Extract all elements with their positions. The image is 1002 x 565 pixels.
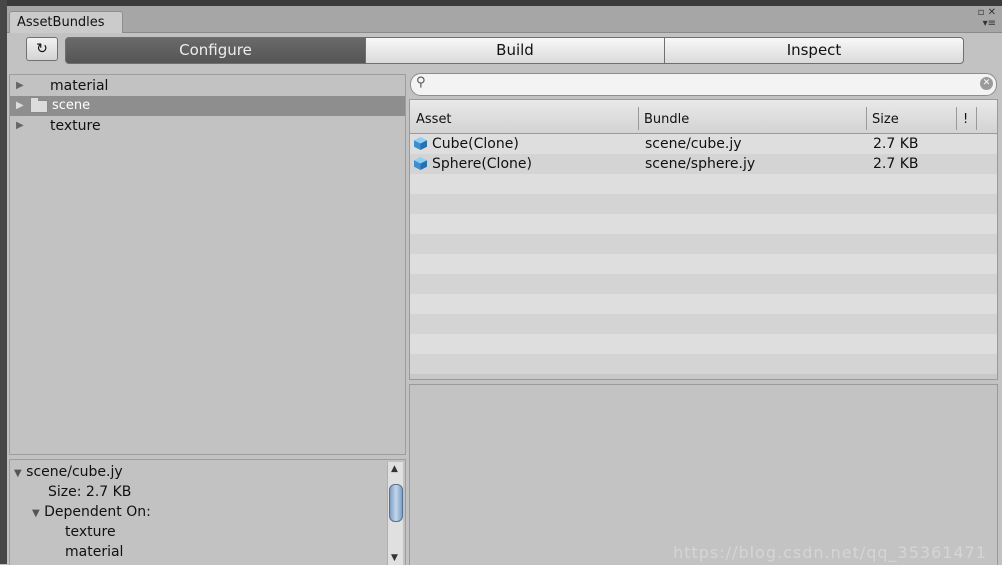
toolbar: ↻ Configure Build Inspect — [7, 33, 1002, 69]
empty-row — [410, 254, 997, 274]
details-size: Size: 2.7 KB — [48, 484, 132, 500]
empty-row — [410, 274, 997, 294]
tree-item-label: texture — [50, 118, 101, 134]
inspect-tab[interactable]: Inspect — [664, 37, 964, 64]
table-row[interactable]: Sphere(Clone) scene/sphere.jy 2.7 KB — [410, 154, 997, 174]
empty-row — [410, 294, 997, 314]
collapse-arrow-icon[interactable]: ▼ — [32, 508, 40, 519]
dependency-item: material — [65, 544, 124, 560]
tree-item-texture[interactable]: ▶ texture — [10, 116, 405, 136]
asset-table: Asset Bundle Size ! Cube(Clone) scene/cu… — [409, 99, 998, 380]
table-row[interactable]: Cube(Clone) scene/cube.jy 2.7 KB — [410, 134, 997, 154]
build-tab[interactable]: Build — [365, 37, 665, 64]
refresh-icon: ↻ — [36, 41, 48, 57]
refresh-button[interactable]: ↻ — [26, 37, 58, 61]
asset-size: 2.7 KB — [873, 136, 919, 152]
cube-asset-icon — [414, 137, 427, 150]
window-controls: ▫ ✕ ▾≡ — [978, 7, 996, 29]
folder-icon — [30, 97, 48, 113]
empty-row — [410, 174, 997, 194]
column-divider[interactable] — [976, 107, 977, 130]
asset-details-panel: https://blog.csdn.net/qq_35361471 — [409, 384, 998, 565]
expand-arrow-icon[interactable]: ▶ — [16, 116, 24, 136]
column-divider[interactable] — [866, 107, 867, 130]
details-scrollbar[interactable]: ▲ ▼ — [387, 462, 403, 565]
details-bundle-row[interactable]: ▼ scene/cube.jy — [14, 462, 123, 482]
column-divider[interactable] — [638, 107, 639, 130]
column-asset-header[interactable]: Asset — [416, 112, 452, 127]
maximize-icon[interactable]: ▫ — [978, 7, 985, 18]
asset-size: 2.7 KB — [873, 156, 919, 172]
expand-arrow-icon[interactable]: ▶ — [16, 76, 24, 96]
asset-bundle: scene/cube.jy — [645, 136, 742, 152]
column-divider[interactable] — [956, 107, 957, 130]
empty-row — [410, 354, 997, 374]
empty-row — [410, 234, 997, 254]
tree-item-label: scene — [52, 98, 91, 113]
asset-bundle: scene/sphere.jy — [645, 156, 756, 172]
asset-search: ⚲ ✕ — [410, 73, 997, 96]
scroll-down-icon[interactable]: ▼ — [391, 553, 398, 563]
bundle-details-panel: ▼ scene/cube.jy Size: 2.7 KB ▼ Dependent… — [9, 459, 406, 565]
window-tab-title: AssetBundles — [17, 15, 105, 30]
tree-item-scene[interactable]: ▶ scene — [10, 96, 405, 116]
search-icon: ⚲ — [416, 75, 426, 90]
close-icon[interactable]: ✕ — [988, 7, 996, 18]
empty-row — [410, 314, 997, 334]
tree-item-label: material — [50, 78, 109, 94]
expand-arrow-icon[interactable]: ▶ — [16, 96, 24, 116]
scroll-thumb[interactable] — [389, 484, 403, 522]
table-header: Asset Bundle Size ! — [410, 100, 997, 134]
configure-tab[interactable]: Configure — [65, 37, 366, 64]
collapse-arrow-icon[interactable]: ▼ — [14, 468, 22, 479]
left-border — [0, 0, 7, 564]
empty-row — [410, 194, 997, 214]
tab-bar: AssetBundles ▫ ✕ ▾≡ — [7, 6, 1002, 33]
empty-row — [410, 214, 997, 234]
column-bundle-header[interactable]: Bundle — [644, 112, 689, 127]
clear-search-icon[interactable]: ✕ — [980, 77, 993, 90]
details-dependent-row[interactable]: ▼ Dependent On: — [32, 502, 151, 522]
asset-name: Cube(Clone) — [432, 136, 519, 152]
column-size-header[interactable]: Size — [872, 112, 899, 127]
tree-item-material[interactable]: ▶ material — [10, 76, 405, 96]
menu-icon[interactable]: ▾≡ — [983, 18, 996, 29]
column-flag-header[interactable]: ! — [963, 112, 968, 127]
window-tab[interactable]: AssetBundles — [9, 11, 123, 33]
search-input[interactable] — [435, 76, 979, 94]
details-bundle-name: scene/cube.jy — [26, 464, 123, 480]
details-dependent-header: Dependent On: — [44, 504, 151, 520]
dependency-item: texture — [65, 524, 116, 540]
watermark-text: https://blog.csdn.net/qq_35361471 — [673, 543, 987, 562]
scroll-up-icon[interactable]: ▲ — [391, 464, 398, 474]
empty-row — [410, 334, 997, 354]
assetbundles-window: AssetBundles ▫ ✕ ▾≡ ↻ Configure Build In… — [0, 0, 1002, 565]
cube-asset-icon — [414, 157, 427, 170]
asset-name: Sphere(Clone) — [432, 156, 532, 172]
bundle-tree: ▶ material ▶ scene ▶ texture — [9, 74, 406, 455]
